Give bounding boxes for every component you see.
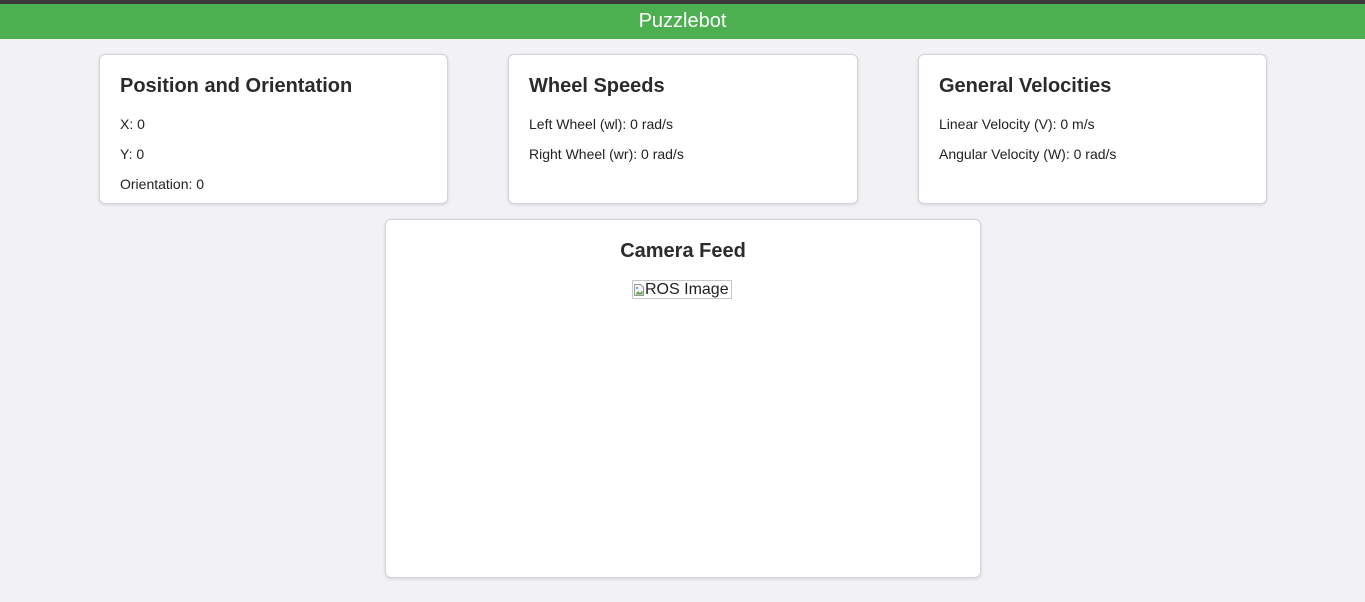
wheel-speeds-card: Wheel Speeds Left Wheel (wl): 0 rad/s Ri…	[508, 54, 858, 204]
ros-camera-image: ROS Image	[632, 280, 732, 299]
general-velocities-card: General Velocities Linear Velocity (V): …	[918, 54, 1267, 204]
position-orientation-card: Position and Orientation X: 0 Y: 0 Orien…	[99, 54, 448, 204]
broken-image-icon	[634, 283, 644, 296]
orientation-value: Orientation: 0	[120, 176, 205, 192]
y-value: Y: 0	[120, 146, 145, 162]
position-card-title: Position and Orientation	[120, 75, 353, 97]
left-wheel-value: Left Wheel (wl): 0 rad/s	[529, 116, 673, 132]
angular-velocity-value: Angular Velocity (W): 0 rad/s	[939, 146, 1117, 162]
right-wheel-value: Right Wheel (wr): 0 rad/s	[529, 146, 684, 162]
camera-feed-card: Camera Feed ROS Image	[385, 219, 981, 578]
ros-image-alt-text: ROS Image	[645, 280, 729, 298]
x-value: X: 0	[120, 116, 145, 132]
wheel-card-title: Wheel Speeds	[529, 75, 665, 97]
linear-velocity-value: Linear Velocity (V): 0 m/s	[939, 116, 1095, 132]
camera-card-title: Camera Feed	[620, 240, 746, 262]
app-header: Puzzlebot	[0, 4, 1365, 39]
app-title: Puzzlebot	[638, 10, 727, 32]
velocity-card-title: General Velocities	[939, 75, 1112, 97]
